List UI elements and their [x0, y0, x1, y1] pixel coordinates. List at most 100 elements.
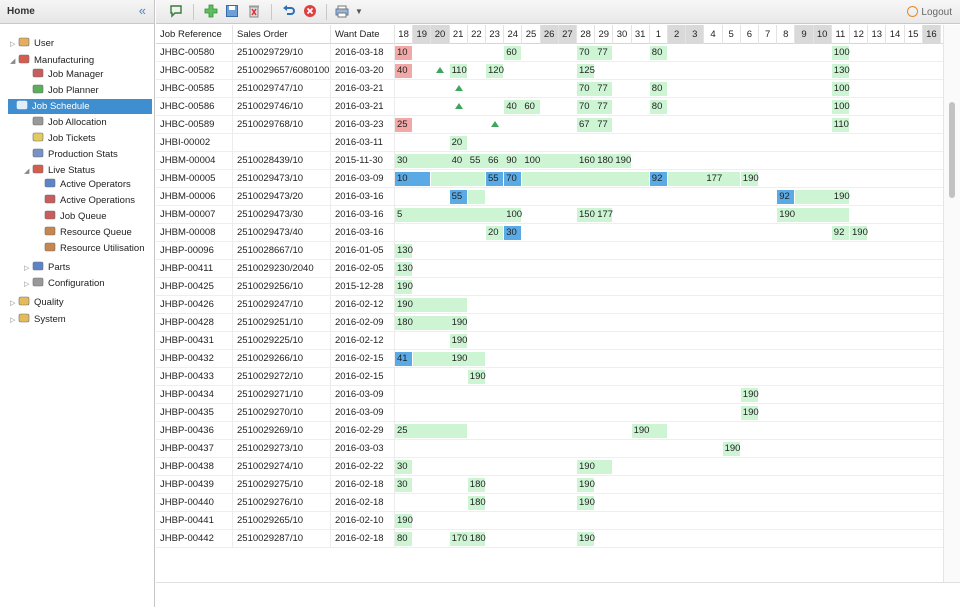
column-header[interactable]: Want Date — [331, 25, 395, 44]
table-row[interactable]: JHBP-00431 2510029225/10 2016-02-12 190 — [156, 332, 943, 350]
horizontal-scrollbar[interactable] — [156, 582, 960, 607]
expander-icon[interactable]: ◢ — [24, 164, 32, 179]
nav-system[interactable]: ▷ System — [10, 312, 66, 327]
table-row[interactable]: JHBP-00436 2510029269/10 2016-02-29 25 190 — [156, 422, 943, 440]
job-reference-cell: JHBP-00442 — [156, 530, 233, 548]
nav-resource-queue[interactable]: Resource Queue — [36, 225, 132, 240]
schedule-quantity: 120 — [488, 65, 504, 76]
table-row[interactable]: JHBP-00428 2510029251/10 2016-02-09 180 190 — [156, 314, 943, 332]
marker-triangle-icon[interactable] — [454, 103, 463, 109]
nav-label: Job Tickets — [48, 133, 96, 144]
sales-order-cell: 2510029251/10 — [233, 314, 331, 332]
dropdown-arrow-icon[interactable]: ▼ — [351, 4, 367, 20]
schedule-bar[interactable] — [413, 352, 485, 366]
table-row[interactable]: JHBI-00002 2016-03-11 20 — [156, 134, 943, 152]
schedule-quantity: 66 — [488, 155, 499, 166]
nav-manufacturing[interactable]: ◢ Manufacturing — [10, 53, 94, 68]
collapse-icon[interactable]: « — [139, 3, 146, 18]
nav-active-operators[interactable]: Active Operators — [36, 177, 131, 192]
expander-icon[interactable]: ▷ — [10, 313, 18, 328]
marker-triangle-icon[interactable] — [454, 85, 463, 91]
table-row[interactable]: JHBC-00586 2510029746/10 2016-03-21 40 60 70 7… — [156, 98, 943, 116]
table-row[interactable]: JHBP-00437 2510029273/10 2016-03-03 190 — [156, 440, 943, 458]
column-header[interactable]: Sales Order — [233, 25, 331, 44]
table-row[interactable]: JHBP-00441 2510029265/10 2016-02-10 190 — [156, 512, 943, 530]
table-row[interactable]: JHBP-00425 2510029256/10 2015-12-28 190 — [156, 278, 943, 296]
toolbar-separator — [193, 4, 194, 20]
nav-job-allocation[interactable]: Job Allocation — [24, 115, 107, 130]
marker-triangle-icon[interactable] — [436, 67, 445, 73]
table-row[interactable]: JHBC-00585 2510029747/10 2016-03-21 70 77 80 1… — [156, 80, 943, 98]
nav-configuration[interactable]: ▷ Configuration — [24, 276, 105, 291]
schedule-bar[interactable] — [395, 208, 522, 222]
table-row[interactable]: JHBM-00008 2510029473/40 2016-03-16 20 30 92 1… — [156, 224, 943, 242]
save-icon[interactable] — [224, 4, 240, 20]
schedule-quantity: 5 — [397, 209, 403, 220]
sales-order-cell: 2510029265/10 — [233, 512, 331, 530]
logout-button[interactable]: Logout — [907, 6, 952, 18]
undo-icon[interactable] — [281, 4, 297, 20]
table-row[interactable]: JHBP-00439 2510029275/10 2016-02-18 30 180 19… — [156, 476, 943, 494]
expander-icon[interactable]: ▷ — [24, 261, 32, 276]
table-row[interactable]: JHBC-00580 2510029729/10 2016-03-18 10 60 70 7… — [156, 44, 943, 62]
table-row[interactable]: JHBP-00432 2510029266/10 2016-02-15 41 190 — [156, 350, 943, 368]
nav-resource-utilisation[interactable]: Resource Utilisation — [36, 241, 144, 256]
schedule-quantity: 150 — [579, 209, 595, 220]
table-row[interactable]: JHBP-00434 2510029271/10 2016-03-09 190 — [156, 386, 943, 404]
table-row[interactable]: JHBP-00433 2510029272/10 2016-02-15 190 — [156, 368, 943, 386]
vertical-scrollbar[interactable] — [943, 25, 960, 582]
table-row[interactable]: JHBP-00096 2510028667/10 2016-01-05 130 — [156, 242, 943, 260]
want-date-cell: 2016-03-09 — [331, 386, 395, 404]
print-icon[interactable] — [334, 4, 350, 20]
comment-icon[interactable] — [168, 4, 184, 20]
table-row[interactable]: JHBM-00005 2510029473/10 2016-03-09 10 55 70 9… — [156, 170, 943, 188]
job-reference-cell: JHBP-00439 — [156, 476, 233, 494]
column-header[interactable]: Job Reference — [156, 25, 233, 44]
nav-live-status[interactable]: ◢ Live Status — [24, 163, 95, 178]
nav-label: Active Operators — [60, 179, 131, 190]
table-row[interactable]: JHBP-00426 2510029247/10 2016-02-12 190 — [156, 296, 943, 314]
scrollbar-thumb[interactable] — [949, 102, 955, 198]
expander-icon[interactable]: ▷ — [10, 37, 18, 52]
marker-triangle-icon[interactable] — [491, 121, 499, 127]
nav-label: Resource Queue — [60, 227, 132, 238]
schedule-quantity: 70 — [506, 173, 517, 184]
schedule-bar[interactable] — [431, 172, 485, 186]
want-date-cell: 2016-02-18 — [331, 530, 395, 548]
table-row[interactable]: JHBP-00435 2510029270/10 2016-03-09 190 — [156, 404, 943, 422]
nav-production-stats[interactable]: Production Stats — [24, 147, 118, 162]
delete-icon[interactable] — [246, 4, 262, 20]
table-row[interactable]: JHBM-00004 2510028439/10 2015-11-30 30 40 55 6… — [156, 152, 943, 170]
nav-job-schedule[interactable]: Job Schedule — [8, 99, 152, 114]
nav-job-queue[interactable]: Job Queue — [36, 209, 106, 224]
schedule-bar[interactable] — [467, 190, 485, 204]
table-row[interactable]: JHBP-00438 2510029274/10 2016-02-22 30 190 — [156, 458, 943, 476]
table-row[interactable]: JHBM-00006 2510029473/20 2016-03-16 55 92 190 — [156, 188, 943, 206]
schedule-bar[interactable] — [522, 172, 649, 186]
table-row[interactable]: JHBP-00411 2510029230/2040 2016-02-05 130 — [156, 260, 943, 278]
sales-order-cell: 2510029270/10 — [233, 404, 331, 422]
expander-icon[interactable]: ◢ — [10, 54, 18, 69]
table-row[interactable]: JHBP-00440 2510029276/10 2016-02-18 180 190 — [156, 494, 943, 512]
schedule-quantity: 190 — [852, 227, 868, 238]
job-schedule-grid[interactable]: Job Reference Sales Order Want Date 18 19 20 2… — [156, 25, 943, 582]
nav-job-planner[interactable]: Job Planner — [24, 83, 99, 98]
table-row[interactable]: JHBP-00442 2510029287/10 2016-02-18 80 170 18… — [156, 530, 943, 548]
table-row[interactable]: JHBC-00589 2510029768/10 2016-03-23 25 67 77 1… — [156, 116, 943, 134]
table-row[interactable]: JHBM-00007 2510029473/30 2016-03-16 5 100 150… — [156, 206, 943, 224]
nav-quality[interactable]: ▷ Quality — [10, 295, 64, 310]
cancel-icon[interactable] — [302, 4, 318, 20]
expander-icon[interactable]: ▷ — [24, 277, 32, 292]
job-reference-cell: JHBP-00440 — [156, 494, 233, 512]
nav-job-tickets[interactable]: Job Tickets — [24, 131, 96, 146]
schedule-bar[interactable] — [668, 172, 740, 186]
nav-active-operations[interactable]: Active Operations — [36, 193, 135, 208]
nav-user[interactable]: ▷ User — [10, 36, 54, 51]
add-icon[interactable] — [203, 4, 219, 20]
schedule-quantity: 125 — [579, 65, 595, 76]
nav-parts[interactable]: ▷ Parts — [24, 260, 70, 275]
schedule-quantity: 190 — [833, 191, 850, 202]
nav-job-manager[interactable]: Job Manager — [24, 67, 103, 82]
table-row[interactable]: JHBC-00582 2510029657/60801001 2016-03-20 4… — [156, 62, 943, 80]
expander-icon[interactable]: ▷ — [10, 296, 18, 311]
